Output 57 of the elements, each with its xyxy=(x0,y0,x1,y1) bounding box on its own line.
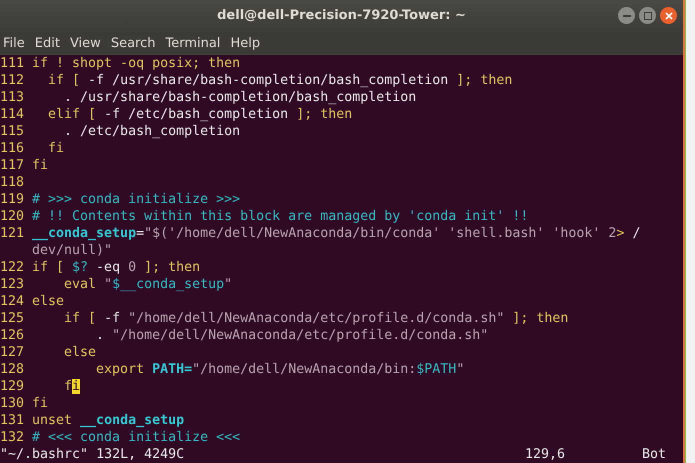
line-number: 122 xyxy=(0,259,26,276)
code-line: __conda_setup="$('/home/dell/NewAnaconda/bin/conda' 'shell.bash' 'hook' 2> / xyxy=(32,225,640,242)
line-number: 113 xyxy=(0,89,26,106)
line-number: 127 xyxy=(0,344,26,361)
menu-item[interactable]: Search xyxy=(110,36,160,50)
code-line: fi xyxy=(63,378,80,395)
menu-item[interactable]: Edit xyxy=(34,36,65,50)
code-line: unset __conda_setup xyxy=(32,412,184,429)
line-number: 128 xyxy=(0,361,26,378)
cursor-position: 129,6 xyxy=(525,446,566,463)
line-number: 131 xyxy=(0,412,26,429)
line-number: 121 xyxy=(0,225,26,242)
code-line: # <<< conda initialize <<< xyxy=(32,429,240,446)
line-number: 118 xyxy=(0,174,26,191)
code-line: . "/home/dell/NewAnaconda/etc/profile.d/conda.sh" xyxy=(95,327,488,344)
line-number: 116 xyxy=(0,140,26,157)
line-number: 132 xyxy=(0,429,26,446)
line-number: 112 xyxy=(0,72,26,89)
line-number: 114 xyxy=(0,106,26,123)
close-button[interactable] xyxy=(660,7,677,24)
line-number: 130 xyxy=(0,395,26,412)
status-message: "~/.bashrc" 132L, 4249C xyxy=(0,446,186,463)
code-line: if ! shopt -oq posix; then xyxy=(32,55,240,72)
code-line: fi xyxy=(47,140,64,157)
code-line: if [ -f /usr/share/bash-completion/bash_completion ]; then xyxy=(47,72,512,89)
scroll-position: Bot xyxy=(642,446,666,463)
menu-item[interactable]: Terminal xyxy=(164,36,226,50)
menu-item[interactable]: Help xyxy=(229,36,266,50)
line-number: 123 xyxy=(0,276,26,293)
line-number: 129 xyxy=(0,378,26,395)
code-line: . /etc/bash_completion xyxy=(63,123,240,140)
line-number: 117 xyxy=(0,157,26,174)
code-line: if [ $? -eq 0 ]; then xyxy=(32,259,200,276)
window-title: dell@dell-Precision-7920-Tower: ~ xyxy=(217,8,466,23)
line-number: 115 xyxy=(0,123,26,140)
line-number: 119 xyxy=(0,191,26,208)
line-number: 126 xyxy=(0,327,26,344)
code-line: export PATH="/home/dell/NewAnaconda/bin:$PATH" xyxy=(95,361,464,378)
code-line: eval "$__conda_setup" xyxy=(63,276,232,293)
code-line: else xyxy=(63,344,96,361)
line-number: 125 xyxy=(0,310,26,327)
menu-item[interactable]: File xyxy=(2,36,30,50)
code-line: if [ -f "/home/dell/NewAnaconda/etc/profile.d/conda.sh" ]; then xyxy=(63,310,568,327)
close-icon xyxy=(664,12,672,20)
code-line: elif [ -f /etc/bash_completion ]; then xyxy=(47,106,352,123)
code-line: dev/null)" xyxy=(32,242,112,259)
line-number: 120 xyxy=(0,208,26,225)
code-line: . /usr/share/bash-completion/bash_completion xyxy=(63,89,416,106)
code-line: # !! Contents within this block are managed by 'conda init' !! xyxy=(32,208,528,225)
line-number: 124 xyxy=(0,293,26,310)
minimize-button[interactable] xyxy=(618,7,635,24)
code-line: fi xyxy=(32,157,48,174)
code-line: fi xyxy=(32,395,48,412)
line-number: 111 xyxy=(0,55,26,72)
code-line: else xyxy=(32,293,64,310)
code-line: # >>> conda initialize >>> xyxy=(32,191,240,208)
menu-item[interactable]: View xyxy=(68,36,106,50)
